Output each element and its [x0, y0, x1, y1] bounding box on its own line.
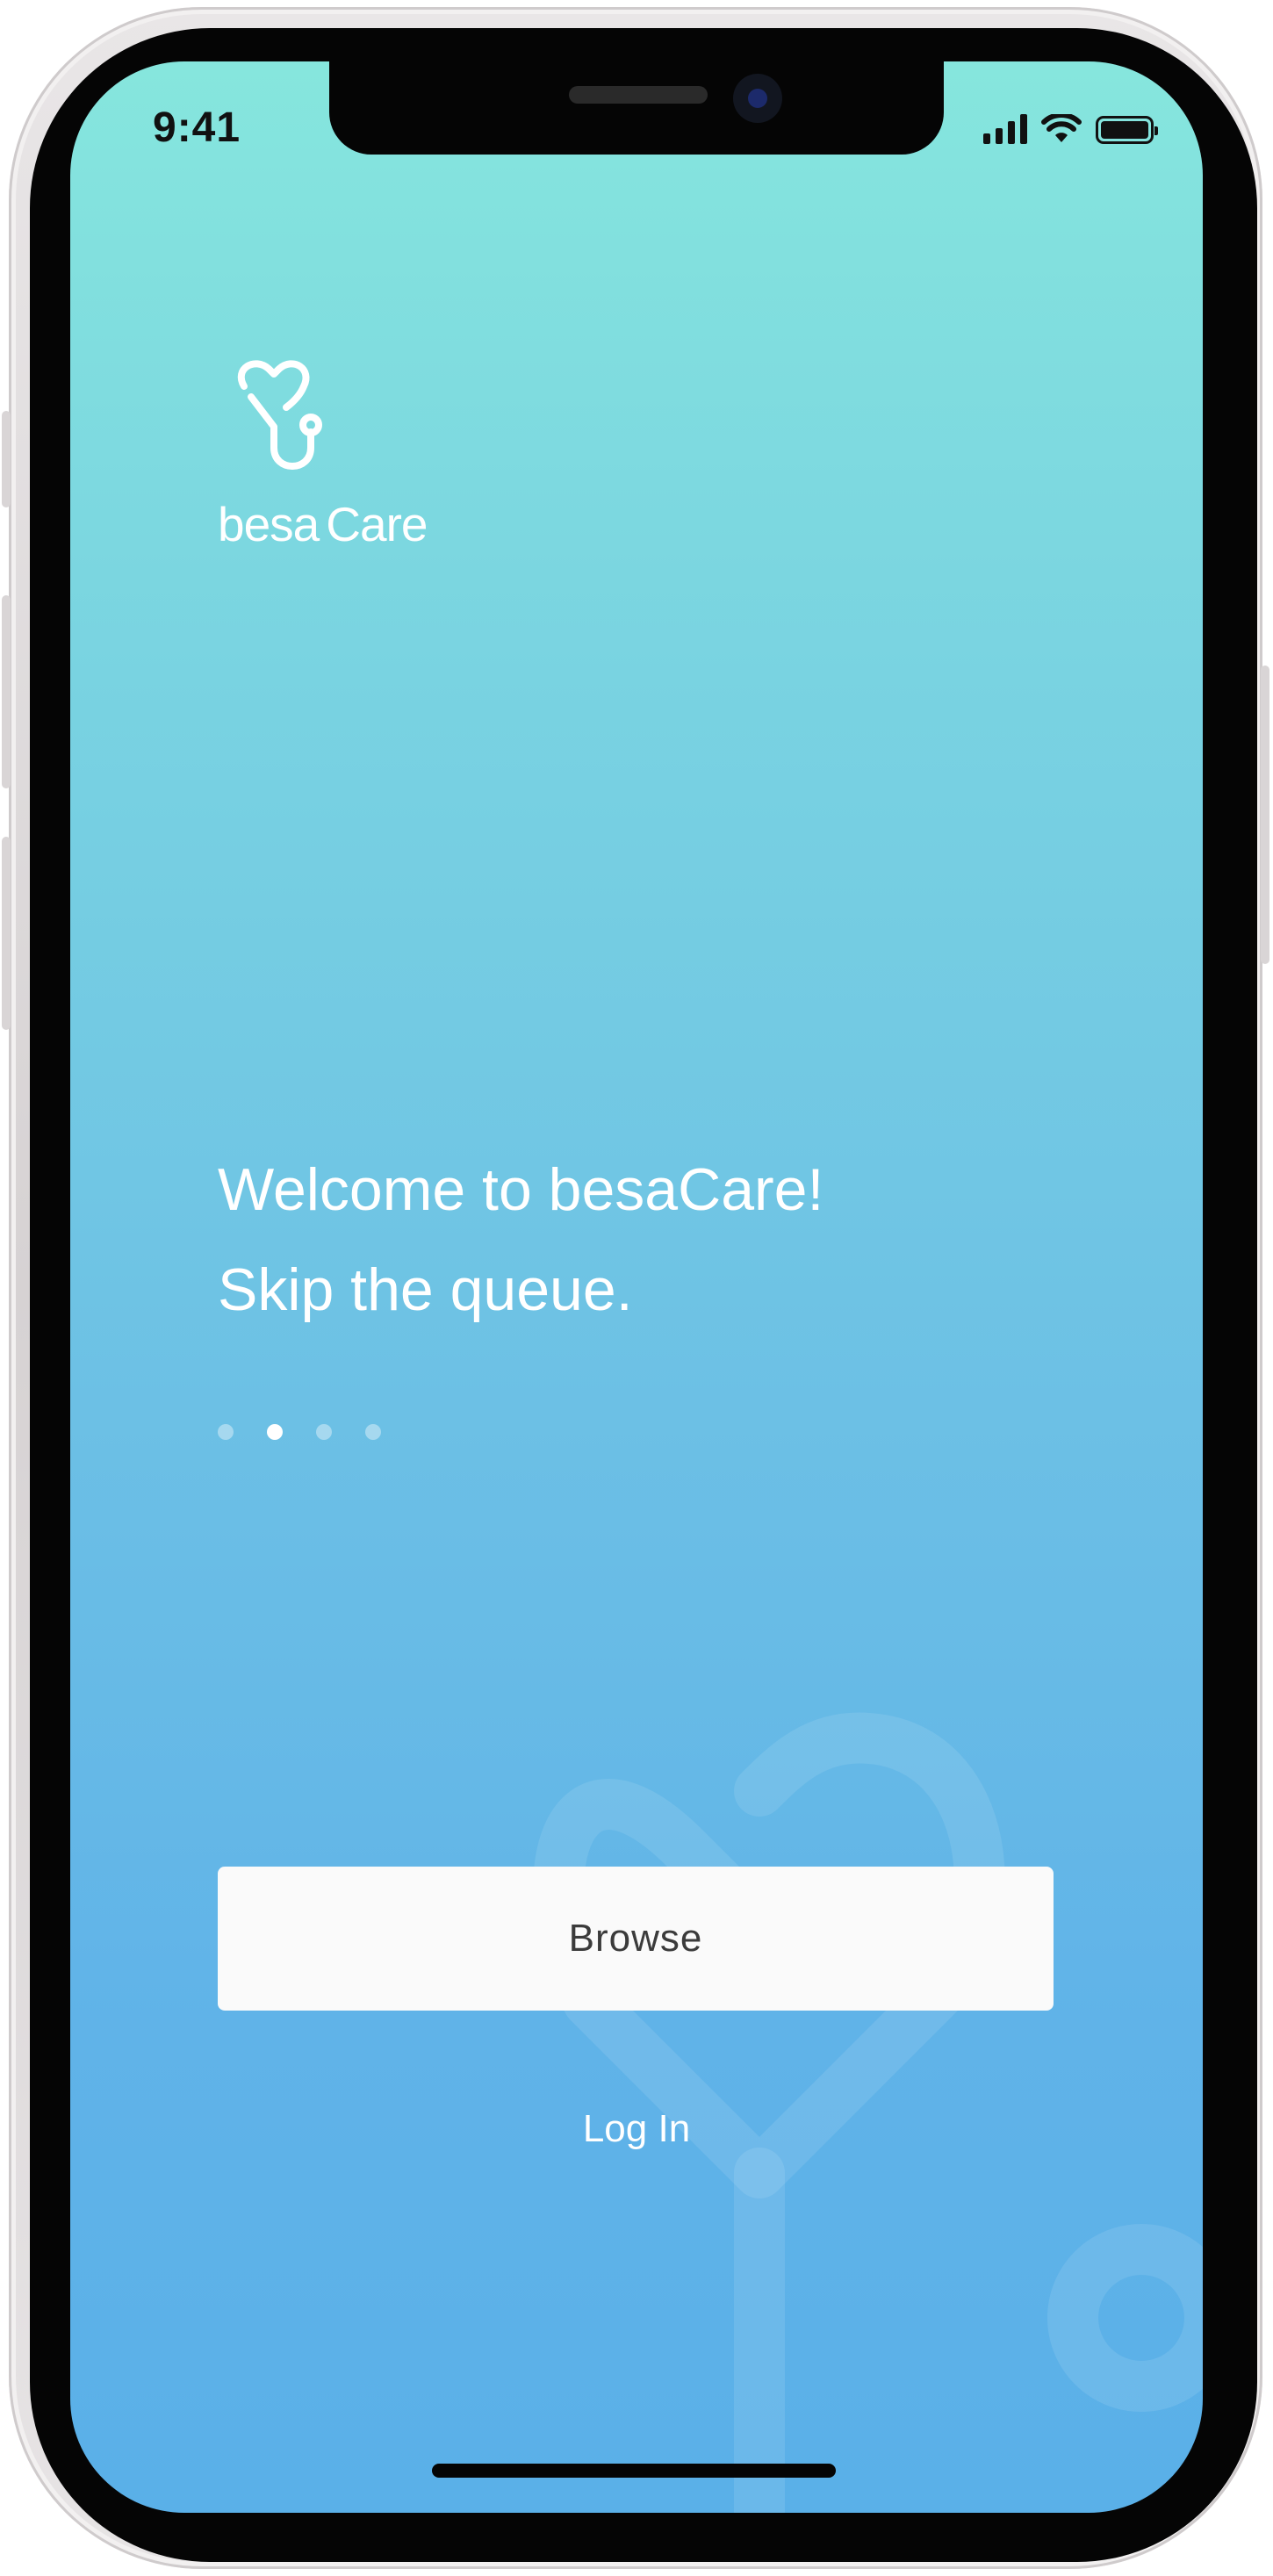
welcome-line2: Skip the queue.	[218, 1256, 633, 1323]
heart-stethoscope-icon	[237, 360, 322, 470]
page-dot-2[interactable]	[267, 1424, 283, 1440]
status-icons	[983, 114, 1158, 144]
page-indicator[interactable]	[218, 1424, 381, 1440]
status-time: 9:41	[153, 104, 241, 151]
front-camera	[733, 74, 782, 123]
wifi-icon	[1041, 114, 1082, 142]
browse-button[interactable]: Browse	[218, 1867, 1054, 2011]
app-screen: besa Care Welcome to besaCare! Skip the q…	[70, 61, 1203, 2513]
power-button	[1261, 666, 1269, 964]
login-link[interactable]: Log In	[562, 2107, 711, 2151]
brand-name: besa Care	[218, 496, 428, 552]
page-dot-1[interactable]	[218, 1424, 234, 1440]
welcome-line1: Welcome to besaCare!	[218, 1156, 824, 1223]
side-button	[2, 411, 11, 507]
brand-name-part1: besa	[218, 497, 320, 551]
page-dot-4[interactable]	[365, 1424, 381, 1440]
volume-down-button	[2, 837, 11, 1030]
home-indicator	[432, 2464, 836, 2478]
cellular-signal-icon	[983, 114, 1027, 144]
background-stethoscope-icon	[533, 1712, 1203, 2513]
page-dot-3[interactable]	[316, 1424, 332, 1440]
battery-icon	[1096, 116, 1158, 144]
device-notch	[329, 61, 944, 155]
brand-name-part2: Care	[326, 497, 428, 551]
volume-up-button	[2, 595, 11, 788]
welcome-headline: Welcome to besaCare! Skip the queue.	[218, 1140, 823, 1340]
battery-level	[1101, 121, 1148, 139]
speaker-grille	[569, 86, 708, 104]
